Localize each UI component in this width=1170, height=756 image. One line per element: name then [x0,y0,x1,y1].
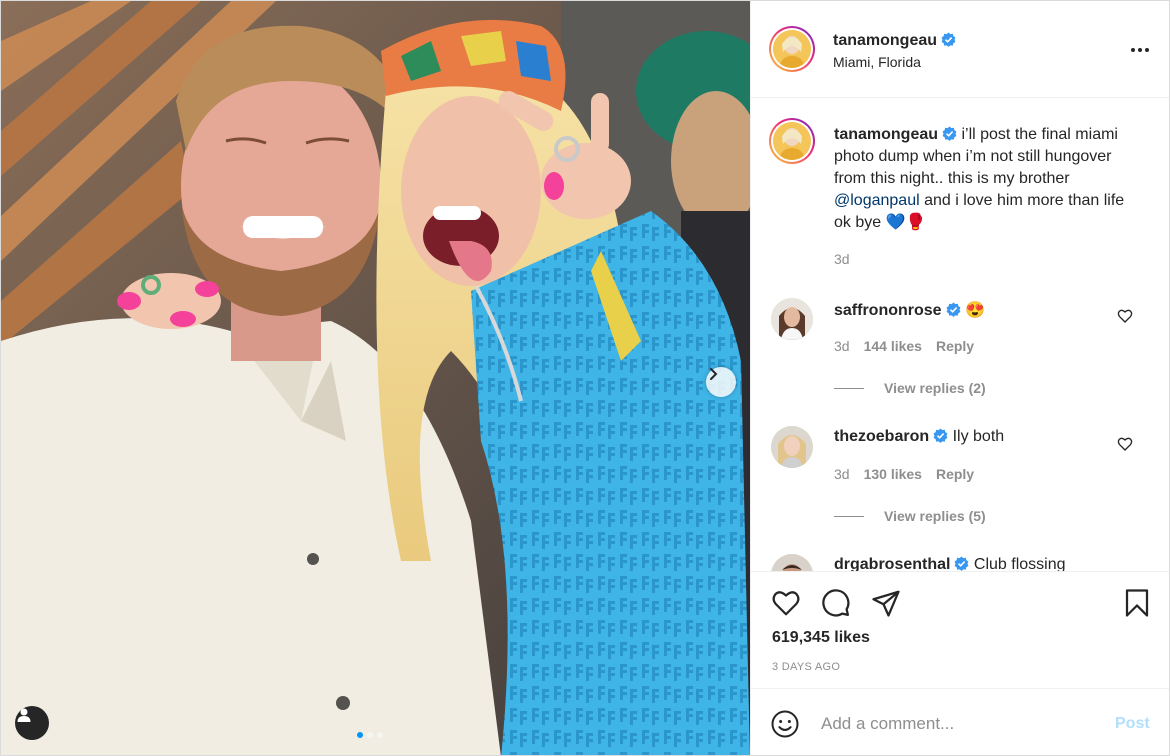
photo-illustration [1,1,750,755]
like-button[interactable] [770,587,802,619]
verified-badge-icon [933,428,948,443]
post-details-panel: tanamongeau Miami, Florida tanamongeau i… [750,1,1169,755]
reply-button[interactable]: Reply [936,338,974,354]
commenter-avatar[interactable] [771,298,813,340]
verified-badge-icon [942,126,957,141]
comment-button[interactable] [820,587,852,619]
comment-timestamp: 3d [834,338,850,354]
user-tag-icon [17,708,31,722]
comment-likes[interactable]: 130 likes [864,466,922,482]
save-button[interactable] [1121,587,1153,619]
view-replies-button[interactable]: View replies (2) [834,380,986,396]
caption-username[interactable]: tanamongeau [834,126,938,143]
more-options-icon[interactable] [1129,39,1151,61]
caption-avatar-image [773,122,811,160]
author-avatar-image [773,30,811,68]
comment-meta: 3d 130 likes Reply [834,466,974,482]
comment-timestamp: 3d [834,466,850,482]
author-avatar[interactable] [769,26,815,72]
paper-plane-icon [872,590,900,617]
carousel-dot [367,732,373,738]
comment-text: drgabrosenthal Club flossing [834,556,1066,571]
commenter-username[interactable]: saffrononrose [834,302,942,319]
share-button[interactable] [870,587,902,619]
post-comment-button[interactable]: Post [1115,715,1150,733]
caption-text: tanamongeau i’ll post the final miami ph… [834,124,1144,234]
comment-text: thezoebaron Ily both [834,428,1004,446]
reply-button[interactable]: Reply [936,466,974,482]
smiley-icon[interactable] [770,709,800,739]
comment-like-heart-icon[interactable] [1117,436,1133,452]
carousel-dot [357,732,363,738]
comment-body: 😍 [960,302,985,319]
comment-likes[interactable]: 144 likes [864,338,922,354]
bookmark-icon [1125,589,1149,617]
author-username-text[interactable]: tanamongeau [833,32,937,49]
verified-badge-icon [955,556,969,571]
commenter-avatar-image [771,298,813,340]
author-username[interactable]: tanamongeau [833,32,956,50]
verified-badge-icon [941,32,956,47]
post-location[interactable]: Miami, Florida [833,54,921,70]
view-replies-label[interactable]: View replies (5) [884,508,986,524]
comment-composer: Post [751,688,1169,755]
comment-like-heart-icon[interactable] [1117,308,1133,324]
commenter-avatar-image [771,554,813,571]
commenter-avatar[interactable] [771,426,813,468]
post-dialog: tanamongeau Miami, Florida tanamongeau i… [0,0,1170,756]
commenter-avatar[interactable] [771,554,813,571]
heart-icon [772,591,800,616]
comment-input[interactable] [821,711,1101,737]
caption-mention-link[interactable]: @loganpaul [834,192,920,209]
view-replies-button[interactable]: View replies (5) [834,508,986,524]
comment-body: Ily both [948,428,1005,445]
next-photo-button[interactable] [706,367,736,397]
user-tags-button[interactable] [15,706,49,740]
comment-body: Club flossing [969,556,1066,571]
post-actions: 619,345 likes 3 DAYS AGO [751,571,1169,687]
commenter-username[interactable]: drgabrosenthal [834,556,950,571]
view-replies-label[interactable]: View replies (2) [884,380,986,396]
verified-badge-icon [946,302,961,317]
comment-bubble-icon [822,589,850,617]
comment-text: saffrononrose 😍 [834,300,985,320]
commenter-username[interactable]: thezoebaron [834,428,929,445]
comment-meta: 3d 144 likes Reply [834,338,974,354]
chevron-right-icon [710,368,718,380]
comments-list[interactable]: tanamongeau i’ll post the final miami ph… [751,99,1169,571]
caption-author-avatar[interactable] [769,118,815,164]
carousel-dot [377,732,383,738]
post-date[interactable]: 3 DAYS AGO [772,661,840,673]
carousel-indicator [357,732,383,738]
caption-timestamp: 3d [834,251,850,267]
post-header: tanamongeau Miami, Florida [751,1,1169,98]
post-photo[interactable] [1,1,750,755]
commenter-avatar-image [771,426,813,468]
likes-count[interactable]: 619,345 likes [772,629,870,647]
